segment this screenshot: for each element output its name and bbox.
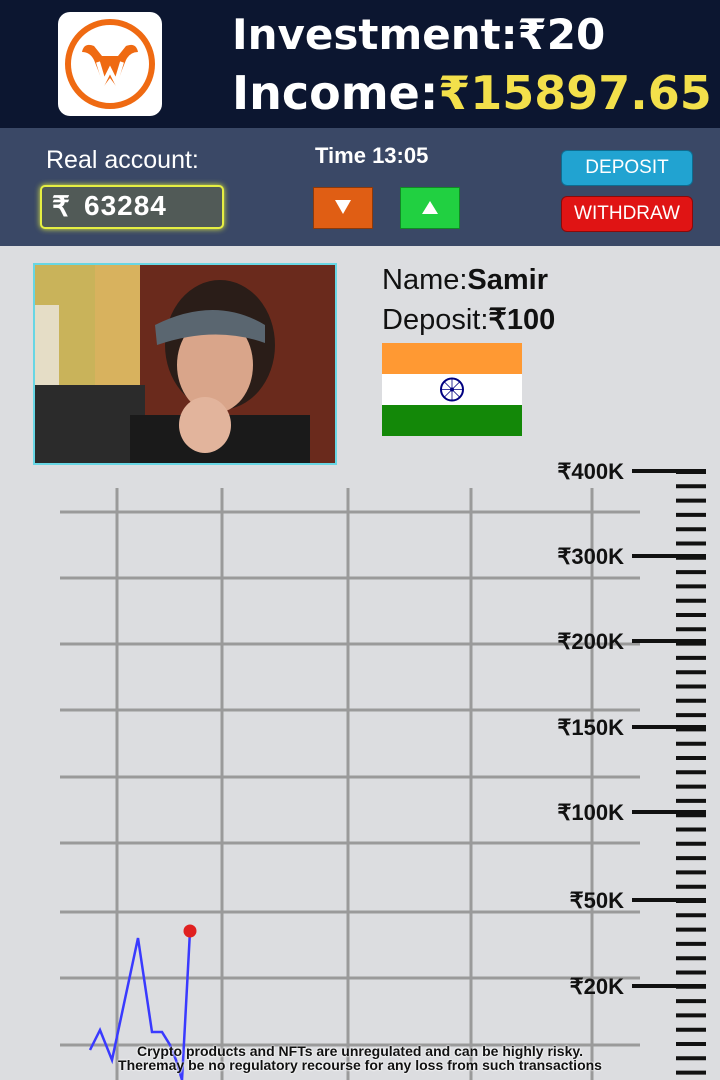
disclaimer: Crypto products and NFTs are unregulated… (0, 1044, 720, 1072)
deposit-button[interactable]: DEPOSIT (561, 150, 693, 186)
axis-label: ₹100K (557, 800, 624, 825)
up-button[interactable] (400, 187, 460, 229)
time-display: Time 13:05 (315, 143, 429, 168)
income-text: Income:₹15897.65 (232, 66, 712, 120)
withdraw-button[interactable]: WITHDRAW (561, 196, 693, 232)
down-button[interactable] (313, 187, 373, 229)
name-text: Name:Samir (382, 264, 549, 296)
webcam-video (33, 263, 337, 465)
india-flag (382, 343, 522, 436)
investment-text: Investment:₹20 (232, 10, 606, 59)
bull-w-logo-icon (58, 12, 162, 116)
current-price-marker (183, 924, 197, 938)
axis-label: ₹300K (557, 544, 624, 569)
triangle-up-icon (422, 201, 438, 214)
price-chart: ₹400K ₹300K ₹200K ₹150K ₹100K ₹50K ₹20K (60, 459, 706, 1080)
income-value: ₹15897.65 (438, 66, 712, 120)
real-account-label: Real account: (46, 146, 199, 174)
axis-label: ₹200K (557, 629, 624, 654)
balance-value: 63284 (84, 190, 167, 221)
triangle-down-icon (335, 200, 351, 214)
axis-label: ₹20K (570, 974, 624, 999)
axis-label: ₹400K (557, 459, 624, 484)
axis-label: ₹150K (557, 715, 624, 740)
disclaimer-line-2: Theremay be no regulatory recourse for a… (118, 1057, 602, 1073)
rupee-icon: ₹ (52, 191, 70, 222)
disclaimer-line-1: Crypto products and NFTs are unregulated… (136, 1043, 583, 1059)
axis-label: ₹50K (570, 888, 624, 913)
deposit-text: Deposit:₹100 (382, 304, 556, 336)
